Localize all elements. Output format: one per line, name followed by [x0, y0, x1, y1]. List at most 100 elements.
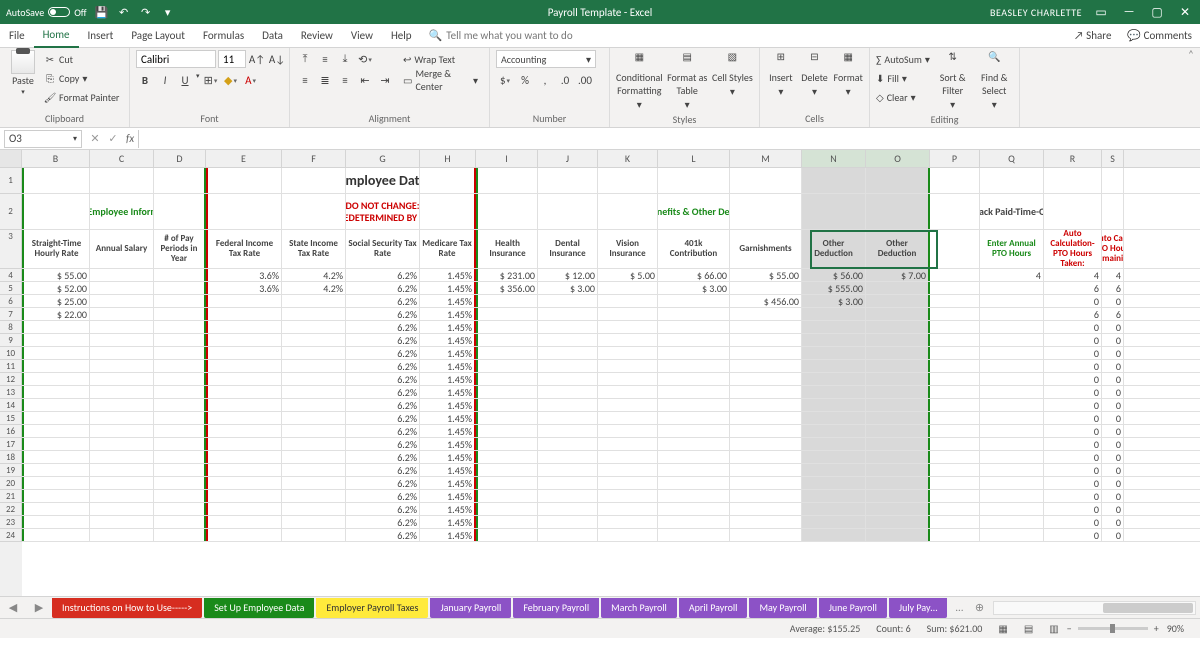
- align-right-icon[interactable]: ≡: [336, 71, 354, 89]
- col-header-J[interactable]: J: [538, 150, 598, 167]
- zoom-in-icon[interactable]: +: [1154, 622, 1159, 635]
- cut-button[interactable]: ✂Cut: [44, 50, 119, 68]
- cell-M21[interactable]: [730, 490, 802, 502]
- cell-K4[interactable]: $ 5.00: [598, 269, 658, 281]
- sheet-tab-8[interactable]: June Payroll: [819, 598, 887, 618]
- cell-D13[interactable]: [154, 386, 206, 398]
- collapse-ribbon-icon[interactable]: ˄: [1182, 48, 1200, 127]
- cell-I14[interactable]: [476, 399, 538, 411]
- cell-Q23[interactable]: [980, 516, 1044, 528]
- cell-B13[interactable]: [22, 386, 90, 398]
- cell-C6[interactable]: [90, 295, 154, 307]
- cell-B16[interactable]: [22, 425, 90, 437]
- row-header-14[interactable]: 14: [0, 399, 22, 412]
- table-row[interactable]: 6.2%1.45%00: [22, 477, 1200, 490]
- cell-F14[interactable]: [282, 399, 346, 411]
- cell-N17[interactable]: [802, 438, 866, 450]
- cell-B17[interactable]: [22, 438, 90, 450]
- cell-P6[interactable]: [930, 295, 980, 307]
- cell-N8[interactable]: [802, 321, 866, 333]
- tab-help[interactable]: Help: [382, 24, 421, 48]
- maximize-icon[interactable]: ▢: [1148, 5, 1166, 20]
- cell-M5[interactable]: [730, 282, 802, 294]
- cell-M10[interactable]: [730, 347, 802, 359]
- row-header-5[interactable]: 5: [0, 282, 22, 295]
- cell-I11[interactable]: [476, 360, 538, 372]
- cell-B5[interactable]: $ 52.00: [22, 282, 90, 294]
- cell-S12[interactable]: 0: [1102, 373, 1124, 385]
- col-header-G[interactable]: G: [346, 150, 420, 167]
- clear-button[interactable]: ◇ Clear ▾: [876, 88, 930, 106]
- table-row[interactable]: 6.2%1.45%00: [22, 451, 1200, 464]
- cell-C23[interactable]: [90, 516, 154, 528]
- row-header-3[interactable]: 3: [0, 230, 22, 269]
- cell-styles-button[interactable]: ▧Cell Styles▾: [712, 50, 753, 98]
- fill-button[interactable]: ⬇ Fill ▾: [876, 69, 930, 87]
- copy-button[interactable]: ⎘Copy ▾: [44, 69, 119, 87]
- cell-J18[interactable]: [538, 451, 598, 463]
- cell-G21[interactable]: 6.2%: [346, 490, 420, 502]
- conditional-formatting-button[interactable]: ▦Conditional Formatting▾: [616, 50, 663, 111]
- cell-C9[interactable]: [90, 334, 154, 346]
- tab-view[interactable]: View: [342, 24, 382, 48]
- cell-I9[interactable]: [476, 334, 538, 346]
- cell-Q19[interactable]: [980, 464, 1044, 476]
- cell-P16[interactable]: [930, 425, 980, 437]
- cell-I17[interactable]: [476, 438, 538, 450]
- delete-cells-button[interactable]: ⊟Delete▾: [800, 50, 830, 98]
- cell-J4[interactable]: $ 12.00: [538, 269, 598, 281]
- fill-color-button[interactable]: ◆: [222, 71, 240, 89]
- tab-more-icon[interactable]: …: [949, 601, 969, 614]
- cell-F7[interactable]: [282, 308, 346, 320]
- cell-D12[interactable]: [154, 373, 206, 385]
- cell-N5[interactable]: $ 555.00: [802, 282, 866, 294]
- cell-L19[interactable]: [658, 464, 730, 476]
- col-header-C[interactable]: C: [90, 150, 154, 167]
- cell-S17[interactable]: 0: [1102, 438, 1124, 450]
- cell-E24[interactable]: [206, 529, 282, 541]
- cell-N23[interactable]: [802, 516, 866, 528]
- cell-P9[interactable]: [930, 334, 980, 346]
- cell-P18[interactable]: [930, 451, 980, 463]
- insert-cells-button[interactable]: ⊞Insert▾: [766, 50, 796, 98]
- cell-G12[interactable]: 6.2%: [346, 373, 420, 385]
- cell-B6[interactable]: $ 25.00: [22, 295, 90, 307]
- align-bottom-icon[interactable]: ⤓: [336, 50, 354, 68]
- cell-G23[interactable]: 6.2%: [346, 516, 420, 528]
- cell-I12[interactable]: [476, 373, 538, 385]
- table-row[interactable]: $ 52.003.6%4.2%6.2%1.45%$ 356.00$ 3.00$ …: [22, 282, 1200, 295]
- cell-R21[interactable]: 0: [1044, 490, 1102, 502]
- cell-H20[interactable]: 1.45%: [420, 477, 476, 489]
- cell-N24[interactable]: [802, 529, 866, 541]
- cell-O16[interactable]: [866, 425, 930, 437]
- cell-E4[interactable]: 3.6%: [206, 269, 282, 281]
- row-header-12[interactable]: 12: [0, 373, 22, 386]
- close-icon[interactable]: ✕: [1176, 5, 1194, 20]
- cell-L17[interactable]: [658, 438, 730, 450]
- cell-D14[interactable]: [154, 399, 206, 411]
- cell-K14[interactable]: [598, 399, 658, 411]
- cell-E15[interactable]: [206, 412, 282, 424]
- cell-N6[interactable]: $ 3.00: [802, 295, 866, 307]
- cell-K13[interactable]: [598, 386, 658, 398]
- tab-formulas[interactable]: Formulas: [194, 24, 253, 48]
- cell-P21[interactable]: [930, 490, 980, 502]
- cell-O24[interactable]: [866, 529, 930, 541]
- cell-D18[interactable]: [154, 451, 206, 463]
- cell-R11[interactable]: 0: [1044, 360, 1102, 372]
- cell-Q24[interactable]: [980, 529, 1044, 541]
- cell-M24[interactable]: [730, 529, 802, 541]
- view-normal-icon[interactable]: ▦: [998, 622, 1007, 635]
- zoom-slider[interactable]: [1078, 627, 1148, 630]
- cell-R8[interactable]: 0: [1044, 321, 1102, 333]
- cell-I5[interactable]: $ 356.00: [476, 282, 538, 294]
- cell-K17[interactable]: [598, 438, 658, 450]
- cell-L24[interactable]: [658, 529, 730, 541]
- table-row[interactable]: 6.2%1.45%00: [22, 347, 1200, 360]
- select-all-corner[interactable]: [0, 150, 22, 167]
- cell-R16[interactable]: 0: [1044, 425, 1102, 437]
- format-painter-button[interactable]: 🖌Format Painter: [44, 88, 119, 106]
- cell-O13[interactable]: [866, 386, 930, 398]
- cell-F13[interactable]: [282, 386, 346, 398]
- cell-B20[interactable]: [22, 477, 90, 489]
